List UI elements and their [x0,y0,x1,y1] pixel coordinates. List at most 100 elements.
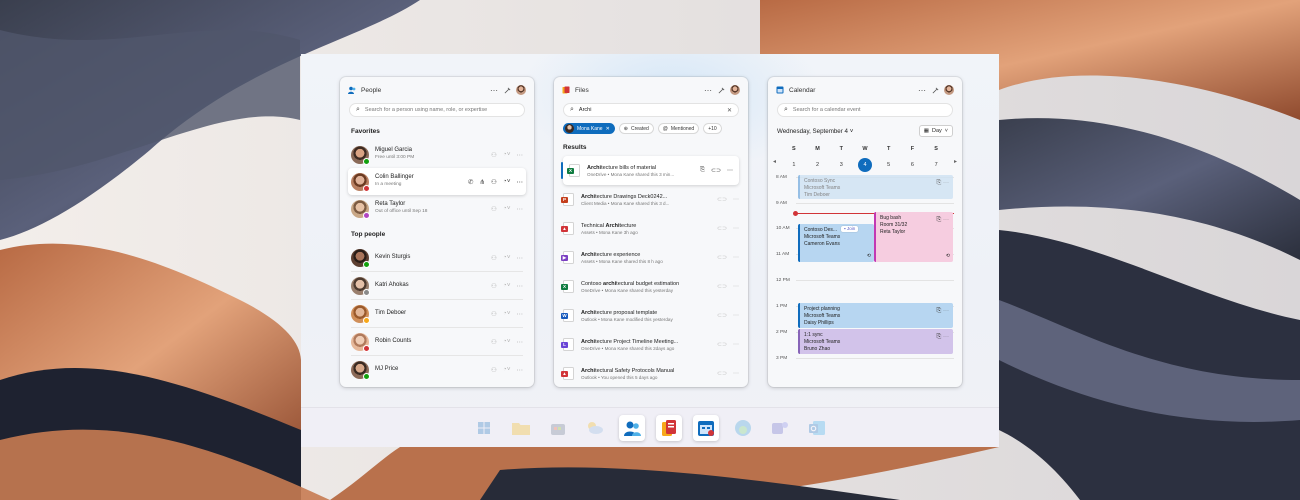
file-row[interactable]: W Architecture proposal template Outlook … [554,301,748,330]
chat-icon[interactable]: ◔˅ [503,366,511,374]
view-selector-button[interactable]: ▦ Day ˅ [918,125,953,137]
person-add-icon[interactable]: ⚇ [491,310,497,318]
person-row-selected[interactable]: Colin Ballinger In a meeting ✆ ⋔ ⚇ ◔˅ ⋯ [348,168,526,195]
pin-icon[interactable] [717,86,725,94]
more-options-icon[interactable]: ⋯ [704,86,712,95]
link-icon[interactable]: ⊂⊃ [717,254,727,261]
date-cell[interactable]: 6 [901,158,925,172]
outlook-icon[interactable] [804,415,830,441]
date-cell[interactable]: 3 [829,158,853,172]
person-add-icon[interactable]: ⚇ [491,282,497,290]
person-row[interactable]: Reta Taylor Out of office until Sep 18 ⚇ ◔… [340,195,534,222]
calendar-event[interactable]: 1:1 sync Microsoft Teams Bruno Zhao ⎘ ⋯ [798,329,953,354]
date-cell[interactable]: 5 [877,158,901,172]
file-row-selected[interactable]: X Architecture bills of material OneDrive… [561,156,739,185]
more-icon[interactable]: ⋯ [517,338,524,346]
more-icon[interactable]: ⋯ [517,151,524,159]
calendar-app-icon[interactable] [692,414,719,441]
more-icon[interactable]: ⋯ [517,254,524,262]
file-row[interactable]: ▲ Technical Architecture Assets • Mona Ka… [554,214,748,243]
more-icon[interactable]: ⋯ [733,341,739,348]
more-icon[interactable]: ⋯ [517,178,524,186]
chat-icon[interactable]: ◔˅ [503,254,511,262]
more-icon[interactable]: ⋯ [733,370,739,377]
link-icon[interactable]: ⊂⊃ [717,341,727,348]
person-add-icon[interactable]: ⚇ [491,254,497,262]
next-week-icon[interactable]: ▸ [954,158,957,165]
share-icon[interactable]: ⎘ ⋯ [937,179,949,187]
file-explorer-icon[interactable] [508,415,534,441]
remove-chip-icon[interactable]: ✕ [606,126,610,132]
file-row[interactable]: L Architecture Project Timeline Meeting.… [554,330,748,359]
file-row[interactable]: P Architecture Drawings Deck0242... Clien… [554,185,748,214]
share-icon[interactable]: ⎘ ⋯ [937,307,949,315]
files-search-input[interactable]: ⌕ Archi ✕ [563,103,739,117]
files-app-icon[interactable] [655,414,682,441]
link-icon[interactable]: ⊂⊃ [717,312,727,319]
more-icon[interactable]: ⋯ [727,167,733,174]
more-icon[interactable]: ⋯ [517,310,524,318]
join-button[interactable]: ▪ Join [841,226,859,233]
file-row[interactable]: ▶ Architecture experience Assets • Mona K… [554,243,748,272]
person-row[interactable]: MJ Price ⚇ ◔˅ ⋯ [340,356,534,383]
chat-icon[interactable]: ◔˅ [503,338,511,346]
chat-icon[interactable]: ◔˅ [503,151,511,159]
people-app-icon[interactable] [618,414,645,441]
more-icon[interactable]: ⋯ [517,282,524,290]
date-picker[interactable]: Wednesday, September 4 ˅ [777,128,853,135]
date-cell-today[interactable]: 4 [853,158,877,172]
more-icon[interactable]: ⋯ [733,225,739,232]
person-row[interactable]: Miguel Garcia Free until 3:00 PM ⚇ ◔˅ ⋯ [340,141,534,168]
link-icon[interactable]: ⊂⊃ [717,283,727,290]
chat-icon[interactable]: ◔˅ [503,282,511,290]
chat-icon[interactable]: ◔˅ [503,178,511,186]
person-add-icon[interactable]: ⚇ [491,338,497,346]
store-icon[interactable] [545,415,571,441]
pin-icon[interactable] [503,86,511,94]
more-icon[interactable]: ⋯ [517,366,524,374]
person-row[interactable]: Katri Ahokas ⚇ ◔˅ ⋯ [340,272,534,299]
more-icon[interactable]: ⋯ [733,312,739,319]
person-row[interactable]: Kevin Sturgis ⚇ ◔˅ ⋯ [340,244,534,271]
previous-week-icon[interactable]: ◂ [773,158,776,165]
chat-icon[interactable]: ◔˅ [503,310,511,318]
profile-avatar[interactable] [730,85,740,95]
share-icon[interactable]: ⎘ ⋯ [937,333,949,341]
more-icon[interactable]: ⋯ [733,196,739,203]
link-icon[interactable]: ⊂⊃ [717,370,727,377]
date-cell[interactable]: 1 [782,158,806,172]
more-filters-chip[interactable]: +10 [703,123,722,134]
more-icon[interactable]: ⋯ [733,283,739,290]
profile-avatar[interactable] [516,85,526,95]
clear-icon[interactable]: ✕ [727,107,732,114]
calendar-event[interactable]: Bug bash Room 31/32 Reta Taylor ⎘ ⋯ ⟲ [874,212,953,262]
date-cell[interactable]: 7 [924,158,948,172]
edge-browser-icon[interactable] [730,415,756,441]
more-icon[interactable]: ⋯ [517,205,524,213]
person-filter-chip[interactable]: Mona Kane ✕ [563,123,615,134]
chat-icon[interactable]: ◔˅ [503,205,511,213]
share-icon[interactable]: ⎘ [700,167,705,174]
more-options-icon[interactable]: ⋯ [918,86,926,95]
calendar-event[interactable]: Project planning Microsoft Teams Daisy P… [798,303,953,328]
call-icon[interactable]: ✆ [468,178,473,186]
created-filter-chip[interactable]: ⊕ Created [618,123,654,134]
file-row[interactable]: X Contoso architectural budget estimatio… [554,272,748,301]
org-chart-icon[interactable]: ⋔ [479,178,484,186]
link-icon[interactable]: ⊂⊃ [717,196,727,203]
calendar-event[interactable]: Contoso Des... Microsoft Teams Cameron E… [798,224,874,262]
calendar-event[interactable]: Contoso Sync Microsoft Teams Tim Deboer … [798,175,953,199]
person-add-icon[interactable]: ⚇ [491,366,497,374]
person-row[interactable]: Robin Counts ⚇ ◔˅ ⋯ [340,328,534,355]
mentioned-filter-chip[interactable]: @ Mentioned [657,123,700,134]
profile-avatar[interactable] [944,85,954,95]
file-row[interactable]: ▲ Architectural Safety Protocols Manual O… [554,359,748,387]
person-add-icon[interactable]: ⚇ [491,205,497,213]
more-options-icon[interactable]: ⋯ [490,86,498,95]
share-icon[interactable]: ⎘ ⋯ [937,216,949,224]
windows-start-icon[interactable] [471,415,497,441]
date-cell[interactable]: 2 [806,158,830,172]
people-search-input[interactable]: ⌕ Search for a person using name, role, … [349,103,525,117]
calendar-search-input[interactable]: ⌕ Search for a calendar event [777,103,953,117]
teams-icon[interactable] [767,415,793,441]
